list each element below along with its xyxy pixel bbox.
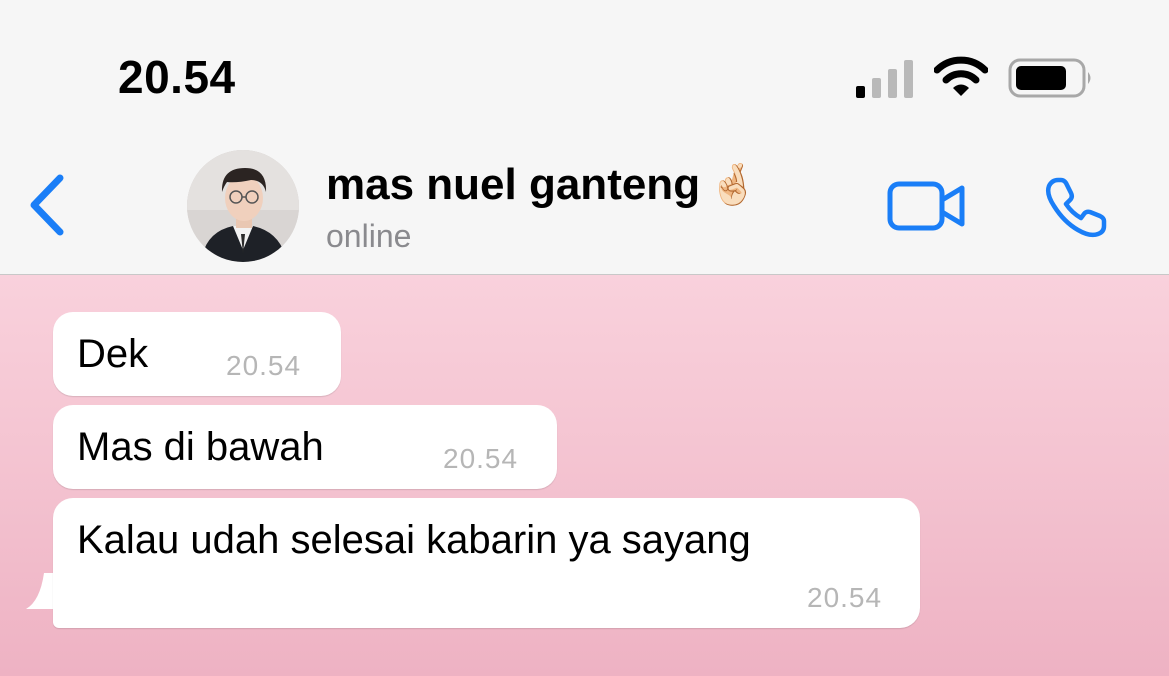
message-bubble[interactable]: Kalau udah selesai kabarin ya sayang 20.… xyxy=(53,498,920,628)
status-bar: 20.54 xyxy=(0,0,1169,130)
chat-header: mas nuel ganteng 🤞🏻 online xyxy=(0,130,1169,275)
cellular-signal-icon xyxy=(856,60,913,98)
battery-icon xyxy=(1008,58,1091,98)
contact-name-text: mas nuel ganteng xyxy=(326,160,701,209)
crossed-fingers-icon: 🤞🏻 xyxy=(708,163,758,207)
presence-status: online xyxy=(326,218,412,254)
message-text: Mas di bawah xyxy=(77,425,324,469)
message-time: 20.54 xyxy=(226,350,302,381)
wifi-icon xyxy=(934,56,988,96)
video-call-button[interactable] xyxy=(886,178,968,234)
message-time: 20.54 xyxy=(443,443,519,474)
avatar-photo xyxy=(187,150,299,262)
chat-area[interactable]: Dek 20.54 Mas di bawah 20.54 Kalau udah … xyxy=(0,275,1169,676)
message-text: Kalau udah selesai kabarin ya sayang xyxy=(77,518,751,562)
avatar[interactable] xyxy=(187,150,299,262)
back-button[interactable] xyxy=(22,170,72,240)
message-bubble[interactable]: Dek 20.54 xyxy=(53,312,341,396)
message-time: 20.54 xyxy=(807,582,883,613)
message-bubble[interactable]: Mas di bawah 20.54 xyxy=(53,405,557,489)
contact-name[interactable]: mas nuel ganteng 🤞🏻 xyxy=(326,160,758,210)
status-time: 20.54 xyxy=(118,51,236,103)
message-text: Dek xyxy=(77,332,149,376)
voice-call-button[interactable] xyxy=(1044,174,1110,240)
